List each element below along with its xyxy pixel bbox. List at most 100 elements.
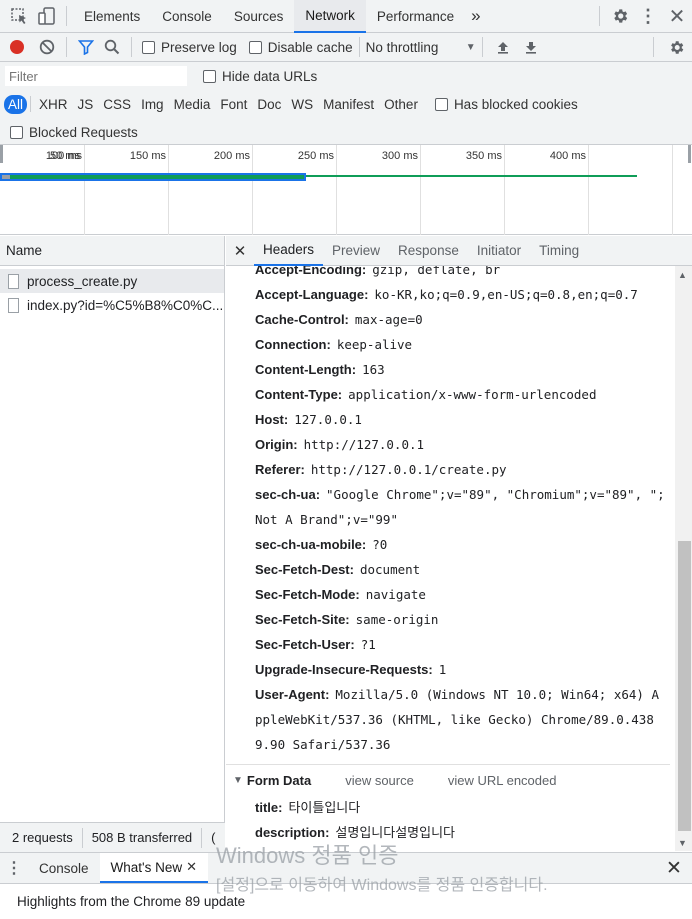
tab-console[interactable]: Console xyxy=(151,0,223,33)
tab-timing[interactable]: Timing xyxy=(530,236,588,266)
header-key: Connection: xyxy=(255,337,331,352)
throttling-select[interactable]: No throttling ▼ xyxy=(366,40,476,55)
name-column-header[interactable]: Name xyxy=(0,236,224,266)
checkbox[interactable] xyxy=(203,69,216,83)
import-har-icon[interactable] xyxy=(489,33,517,61)
checkbox[interactable] xyxy=(142,40,155,54)
request-row-process-create[interactable]: process_create.py xyxy=(0,269,224,293)
filter-type-doc[interactable]: Doc xyxy=(252,95,286,114)
header-value: navigate xyxy=(365,587,426,602)
header-value: keep-alive xyxy=(336,337,413,352)
scroll-up-arrow-icon[interactable]: ▲ xyxy=(678,270,687,280)
tab-sources[interactable]: Sources xyxy=(223,0,295,33)
request-row-index[interactable]: index.py?id=%C5%B8%C0%C... xyxy=(0,293,224,317)
headers-list: Accept-Encoding: gzip, deflate, br Accept-… xyxy=(226,266,670,851)
tab-performance[interactable]: Performance xyxy=(366,0,465,33)
timeline-tick: 150 ms xyxy=(130,145,169,235)
request-header-row: Upgrade-Insecure-Requests: 1 xyxy=(226,657,670,682)
close-devtools-icon[interactable]: ✕ xyxy=(662,0,692,33)
has-blocked-cookies-checkbox[interactable]: Has blocked cookies xyxy=(434,97,578,112)
filter-type-other[interactable]: Other xyxy=(379,95,423,114)
filter-type-all[interactable]: All xyxy=(4,94,28,114)
divider xyxy=(201,827,203,848)
more-tabs-button[interactable]: » xyxy=(465,0,486,33)
drawer-tab-label: What's New xyxy=(110,859,183,875)
detail-scrollbar[interactable]: ▲ ▼ xyxy=(675,266,692,851)
header-value: document xyxy=(359,562,421,577)
drawer-tab-whats-new[interactable]: What's New ✕ xyxy=(99,853,209,883)
collapse-triangle-icon[interactable]: ▼ xyxy=(233,775,243,786)
close-drawer-icon[interactable]: ✕ xyxy=(656,853,692,883)
request-name: process_create.py xyxy=(27,273,138,289)
header-value: ?1 xyxy=(360,637,376,652)
network-status-bar: 2 requests 508 B transferred ( xyxy=(0,822,225,852)
preserve-log-checkbox[interactable]: Preserve log xyxy=(142,40,237,55)
filter-type-img[interactable]: Img xyxy=(136,95,169,114)
close-detail-icon[interactable]: ✕ xyxy=(226,236,254,266)
checkbox[interactable] xyxy=(248,40,262,54)
export-har-icon[interactable] xyxy=(517,33,545,61)
disable-cache-checkbox[interactable]: Disable cache xyxy=(248,40,353,55)
view-source-link[interactable]: view source xyxy=(345,773,414,788)
tab-initiator[interactable]: Initiator xyxy=(468,236,530,266)
inspect-element-icon[interactable] xyxy=(4,0,34,33)
header-key: Sec-Fetch-Site: xyxy=(255,612,350,627)
checkbox[interactable] xyxy=(10,125,23,139)
request-header-row: Cache-Control: max-age=0 xyxy=(226,307,670,332)
record-icon[interactable] xyxy=(0,33,34,61)
whats-new-message: Highlights from the Chrome 89 update xyxy=(17,894,246,909)
filter-type-js[interactable]: JS xyxy=(73,95,99,114)
filter-bar: Hide data URLs All XHR JS CSS Img Media … xyxy=(0,62,692,145)
filter-funnel-icon[interactable] xyxy=(73,33,99,61)
form-field-key: title: xyxy=(255,800,283,815)
view-url-encoded-link[interactable]: view URL encoded xyxy=(448,773,557,788)
checkbox[interactable] xyxy=(434,97,448,111)
request-header-row: Accept-Encoding: gzip, deflate, br xyxy=(226,266,670,282)
drawer-tab-console[interactable]: Console xyxy=(28,853,100,883)
timeline-left-handle[interactable] xyxy=(0,145,3,163)
filter-type-css[interactable]: CSS xyxy=(98,95,136,114)
filter-type-manifest[interactable]: Manifest xyxy=(318,95,379,114)
blocked-requests-checkbox[interactable]: Blocked Requests xyxy=(10,122,138,142)
filter-type-ws[interactable]: WS xyxy=(286,95,318,114)
network-overview-timeline[interactable]: 50 ms 100 ms 150 ms 200 ms 250 ms 300 ms… xyxy=(0,145,692,235)
request-bar-start xyxy=(2,175,10,179)
settings-gear-icon[interactable] xyxy=(606,0,634,33)
request-header-row: Host: 127.0.0.1 xyxy=(226,407,670,432)
header-value: gzip, deflate, br xyxy=(372,266,501,277)
clear-icon[interactable] xyxy=(34,33,60,61)
timeline-tick: 100 ms xyxy=(46,145,85,235)
timeline-tick: 250 ms xyxy=(298,145,337,235)
divider xyxy=(66,6,67,26)
filter-input[interactable] xyxy=(4,65,188,87)
detail-tabbar: ✕ Headers Preview Response Initiator Tim… xyxy=(226,236,692,266)
header-key: Referer: xyxy=(255,462,305,477)
filter-type-media[interactable]: Media xyxy=(169,95,216,114)
device-toolbar-icon[interactable] xyxy=(34,0,60,33)
header-value: max-age=0 xyxy=(354,312,423,327)
scrollbar-thumb[interactable] xyxy=(678,541,691,831)
tab-headers[interactable]: Headers xyxy=(254,236,324,266)
header-value: same-origin xyxy=(355,612,439,627)
drawer-menu-icon[interactable]: ⋮ xyxy=(0,853,28,883)
network-settings-gear-icon[interactable] xyxy=(660,33,692,61)
tab-network[interactable]: Network xyxy=(294,0,366,33)
request-header-row: sec-ch-ua-mobile: ?0 xyxy=(226,532,670,557)
divider xyxy=(653,37,654,57)
timeline-right-handle[interactable] xyxy=(688,145,691,163)
filter-type-xhr[interactable]: XHR xyxy=(34,95,73,114)
scroll-down-arrow-icon[interactable]: ▼ xyxy=(678,838,687,848)
kebab-menu-icon[interactable]: ⋮ xyxy=(634,0,662,33)
hide-data-urls-checkbox[interactable]: Hide data URLs xyxy=(203,69,317,84)
form-data-title[interactable]: Form Data xyxy=(247,773,311,788)
tab-response[interactable]: Response xyxy=(389,236,468,266)
request-count: 2 requests xyxy=(12,830,73,845)
header-value: ko-KR,ko;q=0.9,en-US;q=0.8,en;q=0.7 xyxy=(374,287,638,302)
filter-type-font[interactable]: Font xyxy=(215,95,252,114)
header-value: ?0 xyxy=(372,537,388,552)
close-tab-icon[interactable]: ✕ xyxy=(186,859,197,875)
header-key: Accept-Encoding: xyxy=(255,266,367,277)
search-icon[interactable] xyxy=(99,33,125,61)
tab-elements[interactable]: Elements xyxy=(73,0,151,33)
tab-preview[interactable]: Preview xyxy=(323,236,389,266)
